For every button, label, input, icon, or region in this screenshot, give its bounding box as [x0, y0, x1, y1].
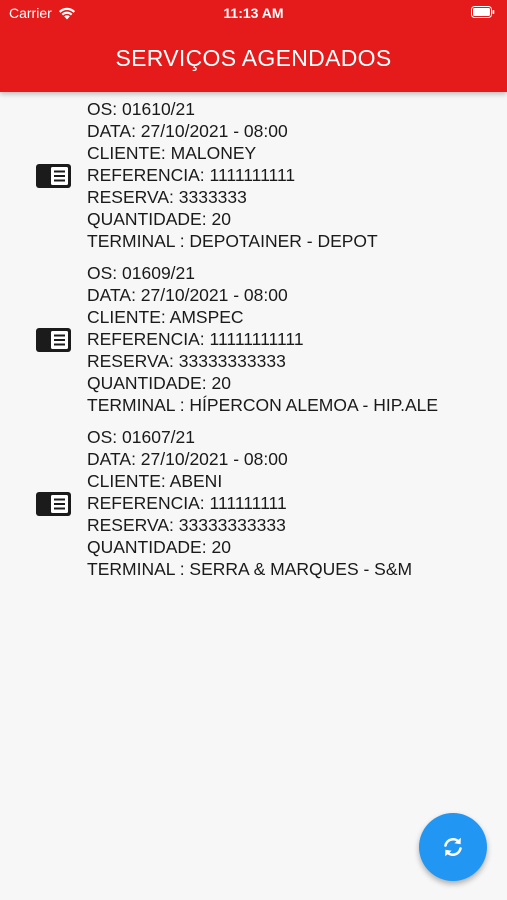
status-time: 11:13 AM	[223, 5, 284, 21]
service-quantity: QUANTIDADE: 20	[87, 373, 231, 393]
service-reference: REFERENCIA: 11111111111	[87, 329, 304, 349]
service-date: DATA: 27/10/2021 - 08:00	[87, 121, 288, 141]
service-details: OS: 01609/21 DATA: 27/10/2021 - 08:00 CL…	[87, 262, 438, 416]
list-card-icon	[36, 328, 71, 352]
status-bar: Carrier 11:13 AM	[0, 0, 507, 28]
service-reference: REFERENCIA: 111111111	[87, 493, 287, 513]
service-client: CLIENTE: ABENI	[87, 471, 223, 491]
app-header: Carrier 11:13 AM SERVIÇOS AGENDADOS	[0, 0, 507, 92]
service-quantity: QUANTIDADE: 20	[87, 537, 231, 557]
service-details: OS: 01610/21 DATA: 27/10/2021 - 08:00 CL…	[87, 98, 378, 252]
service-terminal: TERMINAL : DEPOTAINER - DEPOT	[87, 231, 378, 251]
refresh-icon	[444, 837, 462, 857]
list-card-icon	[36, 164, 71, 188]
refresh-button[interactable]	[419, 813, 487, 881]
service-client: CLIENTE: AMSPEC	[87, 307, 244, 327]
service-os: OS: 01610/21	[87, 99, 195, 119]
service-item[interactable]: OS: 01607/21 DATA: 27/10/2021 - 08:00 CL…	[0, 426, 507, 590]
battery-icon	[471, 6, 495, 18]
service-os: OS: 01609/21	[87, 263, 195, 283]
service-terminal: TERMINAL : HÍPERCON ALEMOA - HIP.ALE	[87, 395, 439, 415]
service-quantity: QUANTIDADE: 20	[87, 209, 231, 229]
service-reservation: RESERVA: 3333333	[87, 187, 247, 207]
page-title: SERVIÇOS AGENDADOS	[115, 45, 392, 71]
service-reservation: RESERVA: 33333333333	[87, 515, 286, 535]
service-item[interactable]: OS: 01610/21 DATA: 27/10/2021 - 08:00 CL…	[0, 98, 507, 262]
service-client: CLIENTE: MALONEY	[87, 143, 257, 163]
service-reservation: RESERVA: 33333333333	[87, 351, 286, 371]
service-date: DATA: 27/10/2021 - 08:00	[87, 449, 288, 469]
service-item[interactable]: OS: 01609/21 DATA: 27/10/2021 - 08:00 CL…	[0, 262, 507, 426]
services-list: OS: 01610/21 DATA: 27/10/2021 - 08:00 CL…	[0, 98, 507, 590]
service-terminal: TERMINAL : SERRA & MARQUES - S&M	[87, 559, 413, 579]
service-date: DATA: 27/10/2021 - 08:00	[87, 285, 288, 305]
service-details: OS: 01607/21 DATA: 27/10/2021 - 08:00 CL…	[87, 426, 412, 580]
service-reference: REFERENCIA: 1111111111	[87, 165, 296, 185]
service-os: OS: 01607/21	[87, 427, 195, 447]
list-card-icon	[36, 492, 71, 516]
